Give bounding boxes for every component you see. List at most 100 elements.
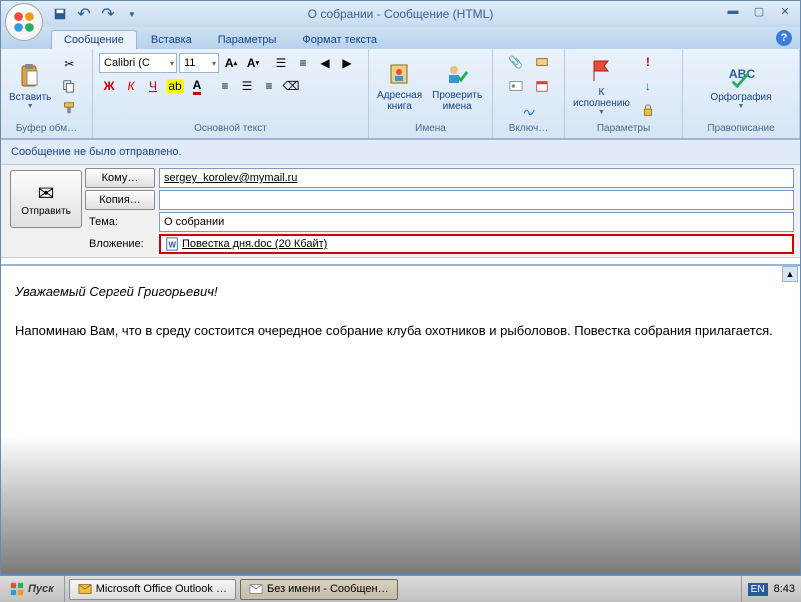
ribbon-tabs: Сообщение Вставка Параметры Формат текст… bbox=[1, 27, 800, 49]
calendar-icon[interactable] bbox=[532, 76, 552, 96]
word-doc-icon: W bbox=[165, 237, 179, 251]
redo-icon[interactable]: ↷ bbox=[99, 5, 117, 23]
qat-dropdown-icon[interactable]: ▼ bbox=[123, 5, 141, 23]
align-left-icon[interactable]: ≡ bbox=[215, 76, 235, 96]
numbering-icon[interactable]: ≡ bbox=[293, 53, 313, 73]
clock: 8:43 bbox=[774, 583, 795, 595]
bullets-icon[interactable]: ☰ bbox=[271, 53, 291, 73]
windows-logo-icon bbox=[10, 582, 24, 596]
save-icon[interactable] bbox=[51, 5, 69, 23]
cc-field[interactable] bbox=[159, 190, 794, 210]
group-label-names: Имена bbox=[373, 121, 488, 136]
attach-file-icon[interactable]: 📎 bbox=[506, 52, 526, 72]
to-button[interactable]: Кому… bbox=[85, 168, 155, 188]
flag-icon bbox=[587, 57, 615, 85]
office-button[interactable] bbox=[5, 3, 43, 41]
outdent-icon[interactable]: ◀ bbox=[315, 53, 335, 73]
attachment-label: Вложение: bbox=[85, 235, 155, 253]
scroll-up-icon[interactable]: ▲ bbox=[782, 266, 798, 282]
check-names-icon bbox=[443, 60, 471, 88]
chevron-down-icon: ▼ bbox=[738, 103, 745, 110]
group-label-options: Параметры bbox=[569, 121, 678, 136]
check-names-button[interactable]: Проверить имена bbox=[428, 53, 486, 119]
group-names: Адресная книга Проверить имена Имена bbox=[369, 49, 493, 138]
info-bar: Сообщение не было отправлено. bbox=[1, 140, 800, 165]
importance-high-icon[interactable]: ! bbox=[638, 52, 658, 72]
compose-header: ✉ Отправить Кому… sergey_korolev@mymail.… bbox=[1, 165, 800, 258]
font-size-combo[interactable]: 11 bbox=[179, 53, 219, 73]
body-greeting: Уважаемый Сергей Григорьевич! bbox=[15, 282, 786, 302]
group-label-proofing: Правописание bbox=[687, 121, 795, 136]
language-indicator[interactable]: EN bbox=[748, 583, 768, 596]
paste-button[interactable]: Вставить ▼ bbox=[5, 53, 55, 119]
envelope-icon: ✉ bbox=[38, 181, 55, 206]
group-label-include: Включ… bbox=[497, 121, 560, 136]
spelling-icon: ABC bbox=[727, 62, 755, 90]
body-paragraph: Напоминаю Вам, что в среду состоится оче… bbox=[15, 321, 786, 341]
chevron-down-icon: ▼ bbox=[598, 109, 605, 116]
shrink-font-icon[interactable]: A▾ bbox=[243, 53, 263, 73]
message-area: Сообщение не было отправлено. ✉ Отправит… bbox=[1, 139, 800, 574]
undo-icon[interactable]: ↶ bbox=[75, 5, 93, 23]
cc-button[interactable]: Копия… bbox=[85, 190, 155, 210]
group-basictext: Calibri (C 11 A▴ A▾ ☰ ≡ ◀ ▶ Ж К Ч ab A bbox=[93, 49, 369, 138]
align-right-icon[interactable]: ≡ bbox=[259, 76, 279, 96]
follow-up-button[interactable]: К исполнению ▼ bbox=[569, 53, 634, 119]
signature-icon[interactable] bbox=[519, 100, 539, 120]
window-controls: ▬ ▢ ✕ bbox=[722, 3, 796, 19]
group-label-basictext: Основной текст bbox=[97, 121, 364, 136]
titlebar: ↶ ↷ ▼ О собрании - Сообщение (HTML) ▬ ▢ … bbox=[1, 1, 800, 27]
outlook-compose-window: ↶ ↷ ▼ О собрании - Сообщение (HTML) ▬ ▢ … bbox=[0, 0, 801, 575]
font-family-combo[interactable]: Calibri (C bbox=[99, 53, 177, 73]
address-book-button[interactable]: Адресная книга bbox=[373, 53, 426, 119]
importance-low-icon[interactable]: ↓ bbox=[638, 76, 658, 96]
format-painter-icon[interactable] bbox=[59, 98, 79, 118]
taskbar-item-outlook[interactable]: Microsoft Office Outlook … bbox=[69, 579, 236, 600]
subject-field[interactable]: О собрании bbox=[159, 212, 794, 232]
tab-options[interactable]: Параметры bbox=[206, 31, 289, 49]
attachment-item[interactable]: W Повестка дня.doc (20 Кбайт) bbox=[165, 237, 327, 251]
address-book-icon bbox=[386, 60, 414, 88]
paste-icon bbox=[16, 62, 44, 90]
group-label-clipboard: Буфер обм… bbox=[5, 121, 88, 136]
copy-icon[interactable] bbox=[59, 76, 79, 96]
help-icon[interactable]: ? bbox=[776, 30, 792, 46]
attachment-field[interactable]: W Повестка дня.doc (20 Кбайт) bbox=[159, 234, 794, 254]
to-field[interactable]: sergey_korolev@mymail.ru bbox=[159, 168, 794, 188]
spelling-button[interactable]: ABC Орфография ▼ bbox=[706, 53, 775, 119]
indent-icon[interactable]: ▶ bbox=[337, 53, 357, 73]
start-button[interactable]: Пуск bbox=[0, 576, 65, 602]
send-button[interactable]: ✉ Отправить bbox=[10, 170, 82, 228]
tab-format[interactable]: Формат текста bbox=[290, 31, 389, 49]
business-card-icon[interactable] bbox=[506, 76, 526, 96]
tab-insert[interactable]: Вставка bbox=[139, 31, 204, 49]
maximize-button[interactable]: ▢ bbox=[748, 3, 770, 19]
clear-format-icon[interactable]: ⌫ bbox=[281, 76, 301, 96]
tab-message[interactable]: Сообщение bbox=[51, 30, 137, 49]
system-tray: EN 8:43 bbox=[741, 576, 801, 602]
chevron-down-icon: ▼ bbox=[27, 103, 34, 110]
underline-icon[interactable]: Ч bbox=[143, 76, 163, 96]
minimize-button[interactable]: ▬ bbox=[722, 3, 744, 19]
highlight-icon[interactable]: ab bbox=[165, 76, 185, 96]
cut-icon[interactable]: ✂ bbox=[59, 54, 79, 74]
message-body[interactable]: Уважаемый Сергей Григорьевич! Напоминаю … bbox=[1, 264, 800, 574]
taskbar-item-message[interactable]: Без имени - Сообщен… bbox=[240, 579, 398, 600]
group-clipboard: Вставить ▼ ✂ Буфер обм… bbox=[1, 49, 93, 138]
message-icon bbox=[249, 582, 263, 596]
bold-icon[interactable]: Ж bbox=[99, 76, 119, 96]
align-center-icon[interactable]: ☰ bbox=[237, 76, 257, 96]
italic-icon[interactable]: К bbox=[121, 76, 141, 96]
grow-font-icon[interactable]: A▴ bbox=[221, 53, 241, 73]
group-followup: К исполнению ▼ ! ↓ Параметры bbox=[565, 49, 683, 138]
quick-access-toolbar: ↶ ↷ ▼ bbox=[51, 1, 141, 27]
permission-icon[interactable] bbox=[638, 100, 658, 120]
attach-item-icon[interactable] bbox=[532, 52, 552, 72]
close-button[interactable]: ✕ bbox=[774, 3, 796, 19]
svg-text:W: W bbox=[169, 241, 177, 250]
taskbar: Пуск Microsoft Office Outlook … Без имен… bbox=[0, 575, 801, 602]
group-include: 📎 Включ… bbox=[493, 49, 565, 138]
group-proofing: ABC Орфография ▼ Правописание bbox=[683, 49, 800, 138]
font-color-icon[interactable]: A bbox=[187, 76, 207, 96]
outlook-icon bbox=[78, 582, 92, 596]
